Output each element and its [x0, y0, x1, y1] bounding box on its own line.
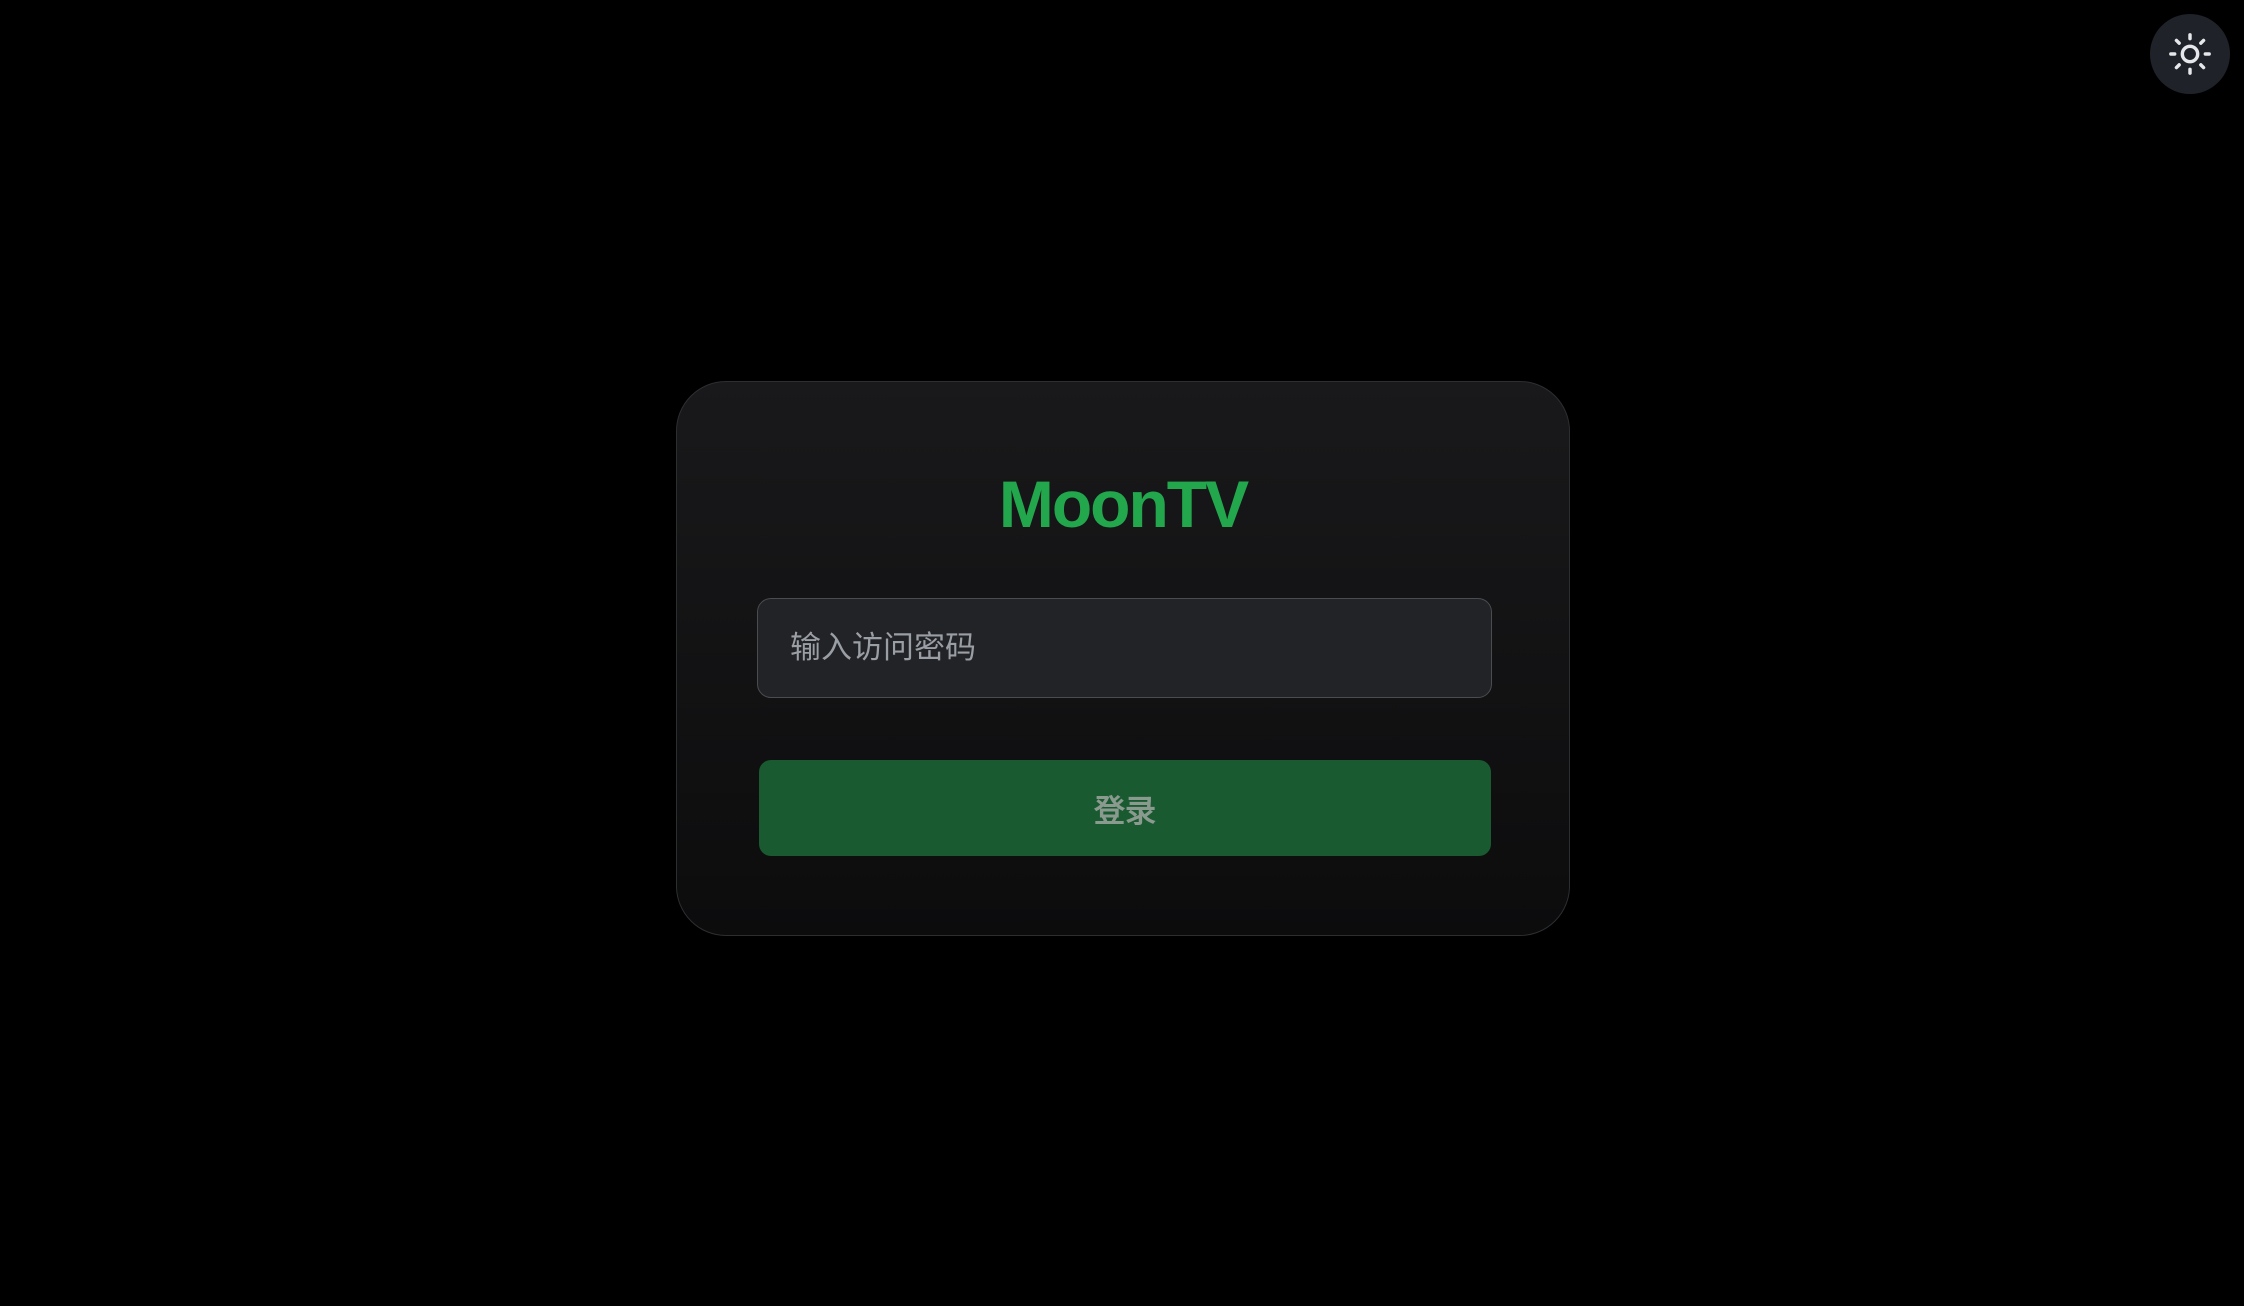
- sun-icon: [2169, 33, 2211, 75]
- login-page: MoonTV 登录: [0, 0, 2244, 1306]
- brand-title: MoonTV: [998, 467, 1249, 541]
- login-card: MoonTV 登录: [676, 381, 1570, 936]
- login-button[interactable]: 登录: [759, 760, 1491, 856]
- theme-toggle-button[interactable]: [2150, 14, 2230, 94]
- password-input[interactable]: [757, 598, 1492, 698]
